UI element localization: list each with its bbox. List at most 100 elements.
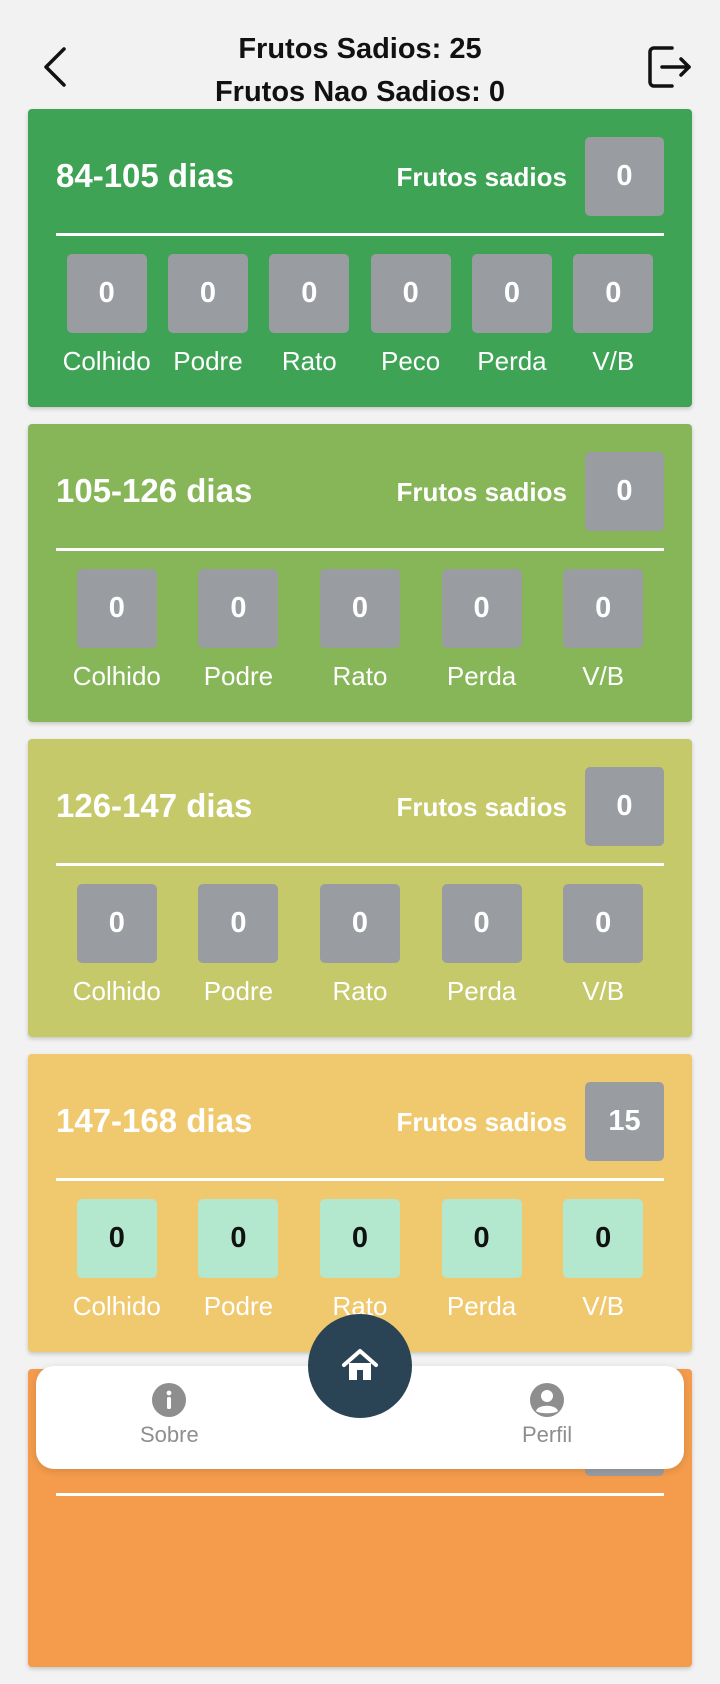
healthy-fruits-count[interactable]: 0 [585,137,664,216]
card-header: 84-105 dias Frutos sadios 0 [56,137,664,217]
back-button[interactable] [38,44,78,90]
healthy-fruits-label: Frutos sadios [396,162,567,192]
age-range: 126-147 dias [56,787,253,824]
stat-colhido: 0 Colhido [69,884,165,1007]
page-title: Frutos Sadios: 25 Frutos Nao Sadios: 0 [150,28,570,114]
divider [56,548,664,551]
stat-value[interactable]: 0 [66,254,147,333]
info-icon [152,1383,187,1417]
logout-icon [648,46,691,88]
age-card: 147-168 dias Frutos sadios 15 0 Colhido … [28,1054,692,1352]
card-header: 105-126 dias Frutos sadios 0 [56,452,664,532]
stat-perda: 0 Perda [434,1199,530,1322]
stat-label: Perda [446,1291,517,1321]
stat-label: Podre [173,346,243,376]
stat-vb: 0 V/B [565,254,661,377]
stat-value[interactable]: 0 [573,254,654,333]
stat-value[interactable]: 0 [319,569,400,648]
stat-label: V/B [582,976,625,1006]
nav-perfil[interactable]: Perfil [522,1382,572,1448]
stat-label: Perda [446,976,517,1006]
healthy-fruits-label: Frutos sadios [396,792,567,822]
stat-vb: 0 V/B [555,569,651,692]
stat-colhido: 0 Colhido [69,1199,165,1322]
stat-podre: 0 Podre [190,884,286,1007]
nav-sobre[interactable]: Sobre [140,1382,199,1448]
unhealthy-fruits-total: Frutos Nao Sadios: 0 [214,76,506,108]
healthy-fruits-label: Frutos sadios [396,1107,567,1137]
stat-value[interactable]: 0 [441,884,522,963]
stat-podre: 0 Podre [190,569,286,692]
stat-value[interactable]: 0 [563,884,644,963]
stat-label: V/B [592,346,635,376]
stat-label: Perda [446,661,517,691]
divider [56,863,664,866]
divider [56,1493,664,1496]
chevron-left-icon [44,47,66,87]
stats-row: 0 Colhido 0 Podre 0 Rato 0 Peco 0 Perda … [56,254,664,377]
stat-label: Rato [332,661,388,691]
stat-rato: 0 Rato [261,254,357,377]
stat-label: Podre [203,661,274,691]
stat-peco: 0 Peco [363,254,459,377]
healthy-fruits-count[interactable]: 15 [585,1082,664,1161]
stat-vb: 0 V/B [555,1199,651,1322]
stats-row: 0 Colhido 0 Podre 0 Rato 0 Perda 0 V/B [56,1199,664,1322]
stat-colhido: 0 Colhido [69,569,165,692]
stat-value[interactable]: 0 [76,569,157,648]
stat-value[interactable]: 0 [198,569,279,648]
card-header: 126-147 dias Frutos sadios 0 [56,767,664,847]
stat-value[interactable]: 0 [167,254,248,333]
stat-value[interactable]: 0 [198,1199,279,1278]
stat-value[interactable]: 0 [563,1199,644,1278]
stat-label: Perda [477,346,547,376]
age-range: 84-105 dias [56,157,234,194]
stat-value[interactable]: 0 [441,1199,522,1278]
logout-button[interactable] [644,42,694,92]
stat-vb: 0 V/B [555,884,651,1007]
card-header: 147-168 dias Frutos sadios 15 [56,1082,664,1162]
user-icon [530,1383,565,1417]
age-card: 105-126 dias Frutos sadios 0 0 Colhido 0… [28,424,692,722]
healthy-fruits-total: Frutos Sadios: 25 [238,33,482,65]
stat-label: V/B [582,661,625,691]
stat-perda: 0 Perda [434,884,530,1007]
stat-value[interactable]: 0 [471,254,552,333]
divider [56,233,664,236]
home-icon [342,1349,378,1380]
stat-label: Colhido [72,661,161,691]
stat-label: Peco [381,346,441,376]
stat-label: Colhido [62,346,151,376]
healthy-fruits-count[interactable]: 0 [585,452,664,531]
stat-value[interactable]: 0 [563,569,644,648]
age-card: 84-105 dias Frutos sadios 0 0 Colhido 0 … [28,109,692,407]
stat-value[interactable]: 0 [319,1199,400,1278]
stat-rato: 0 Rato [312,1199,408,1322]
stats-row: 0 Colhido 0 Podre 0 Rato 0 Perda 0 V/B [56,569,664,692]
divider [56,1178,664,1181]
nav-sobre-label: Sobre [140,1422,199,1447]
stat-value[interactable]: 0 [441,569,522,648]
stat-rato: 0 Rato [312,569,408,692]
header: Frutos Sadios: 25 Frutos Nao Sadios: 0 [0,0,720,108]
stat-label: Rato [332,976,388,1006]
stat-value[interactable]: 0 [76,1199,157,1278]
healthy-fruits-label: Frutos sadios [396,477,567,507]
stat-value[interactable]: 0 [198,884,279,963]
stat-value[interactable]: 0 [76,884,157,963]
age-range: 147-168 dias [56,1102,253,1139]
healthy-fruits-count[interactable]: 0 [585,767,664,846]
nav-perfil-label: Perfil [522,1422,573,1447]
home-button[interactable] [308,1314,412,1418]
stat-value[interactable]: 0 [269,254,350,333]
stat-value[interactable]: 0 [370,254,451,333]
stat-perda: 0 Perda [464,254,560,377]
stat-perda: 0 Perda [434,569,530,692]
stat-label: Rato [281,346,337,376]
stat-value[interactable]: 0 [319,884,400,963]
stat-podre: 0 Podre [190,1199,286,1322]
stat-label: Podre [203,1291,274,1321]
stat-label: Podre [203,976,274,1006]
stat-rato: 0 Rato [312,884,408,1007]
stat-podre: 0 Podre [160,254,256,377]
